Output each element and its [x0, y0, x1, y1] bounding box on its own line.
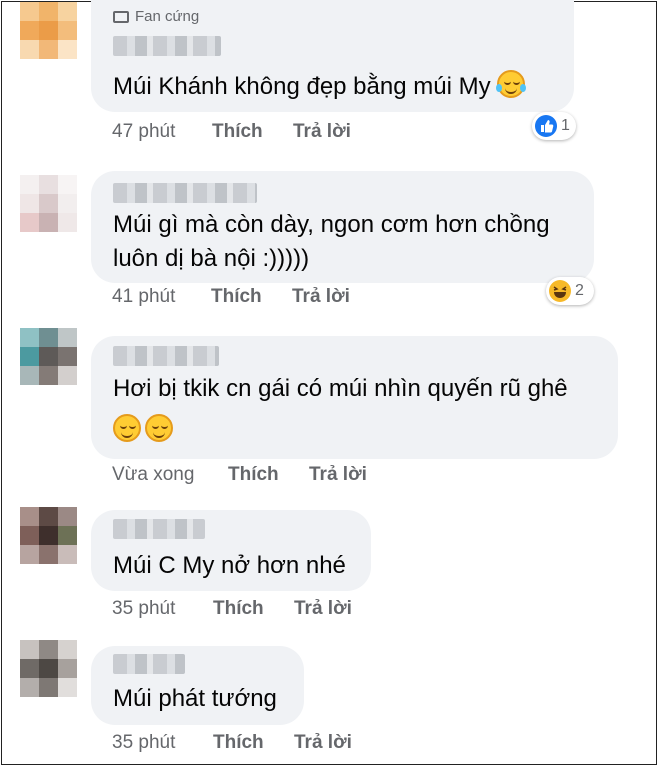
- avatar[interactable]: [20, 328, 78, 386]
- comment-text: Hơi bị tkik cn gái có múi nhìn quyến rũ …: [113, 372, 568, 450]
- avatar[interactable]: [20, 640, 78, 698]
- comment-actions: Vừa xong Thích Trả lời: [112, 464, 412, 488]
- reply-button[interactable]: Trả lời: [294, 732, 352, 754]
- timestamp[interactable]: 35 phút: [112, 732, 175, 754]
- comment-actions: 41 phút Thích Trả lời: [112, 286, 412, 310]
- avatar[interactable]: [20, 507, 78, 565]
- blurred-author-name[interactable]: [113, 346, 219, 366]
- blurred-author-name[interactable]: [113, 519, 205, 539]
- like-button[interactable]: Thích: [213, 732, 264, 754]
- like-button[interactable]: Thích: [212, 121, 263, 143]
- comment-bubble: Fan cứng Múi Khánh không đẹp bằng múi My: [91, 0, 574, 112]
- comment-text: Múi phát tướng: [113, 685, 277, 712]
- emoji-row: [113, 406, 568, 450]
- reply-button[interactable]: Trả lời: [294, 598, 352, 620]
- timestamp[interactable]: 41 phút: [112, 286, 175, 308]
- comment-bubble: Hơi bị tkik cn gái có múi nhìn quyến rũ …: [91, 336, 618, 459]
- comment-actions: 35 phút Thích Trả lời: [112, 732, 412, 756]
- comment-text: Múi gì mà còn dày, ngon cơm hơn chồng lu…: [113, 211, 550, 272]
- comment-bubble: Múi C My nở hơn nhé: [91, 510, 371, 591]
- fan-badge: Fan cứng: [113, 8, 199, 25]
- like-icon: [535, 115, 557, 137]
- reaction-count[interactable]: 1: [532, 112, 576, 140]
- haha-icon: [549, 280, 571, 302]
- comment-actions: 35 phút Thích Trả lời: [112, 598, 412, 622]
- diamond-icon: [113, 11, 129, 23]
- timestamp[interactable]: Vừa xong: [112, 464, 194, 486]
- timestamp[interactable]: 47 phút: [112, 121, 175, 143]
- reply-button[interactable]: Trả lời: [309, 464, 367, 486]
- avatar[interactable]: [20, 2, 78, 60]
- like-button[interactable]: Thích: [213, 598, 264, 620]
- avatar[interactable]: [20, 175, 78, 233]
- like-button[interactable]: Thích: [228, 464, 279, 486]
- relieved-emoji: [113, 414, 141, 442]
- comment-text: Múi Khánh không đẹp bằng múi My: [113, 70, 527, 104]
- relieved-emoji: [145, 414, 173, 442]
- reply-button[interactable]: Trả lời: [292, 286, 350, 308]
- blurred-author-name[interactable]: [113, 654, 185, 674]
- comment-text: Múi C My nở hơn nhé: [113, 552, 346, 579]
- like-button[interactable]: Thích: [211, 286, 262, 308]
- reaction-count[interactable]: 2: [546, 277, 594, 305]
- tears-of-joy-emoji: [496, 70, 527, 98]
- blurred-author-name[interactable]: [113, 36, 221, 56]
- reply-button[interactable]: Trả lời: [293, 121, 351, 143]
- comment-bubble: Múi gì mà còn dày, ngon cơm hơn chồng lu…: [91, 171, 594, 283]
- timestamp[interactable]: 35 phút: [112, 598, 175, 620]
- blurred-author-name[interactable]: [113, 183, 257, 203]
- comment-actions: 47 phút Thích Trả lời: [112, 121, 412, 145]
- comment-bubble: Múi phát tướng: [91, 646, 304, 725]
